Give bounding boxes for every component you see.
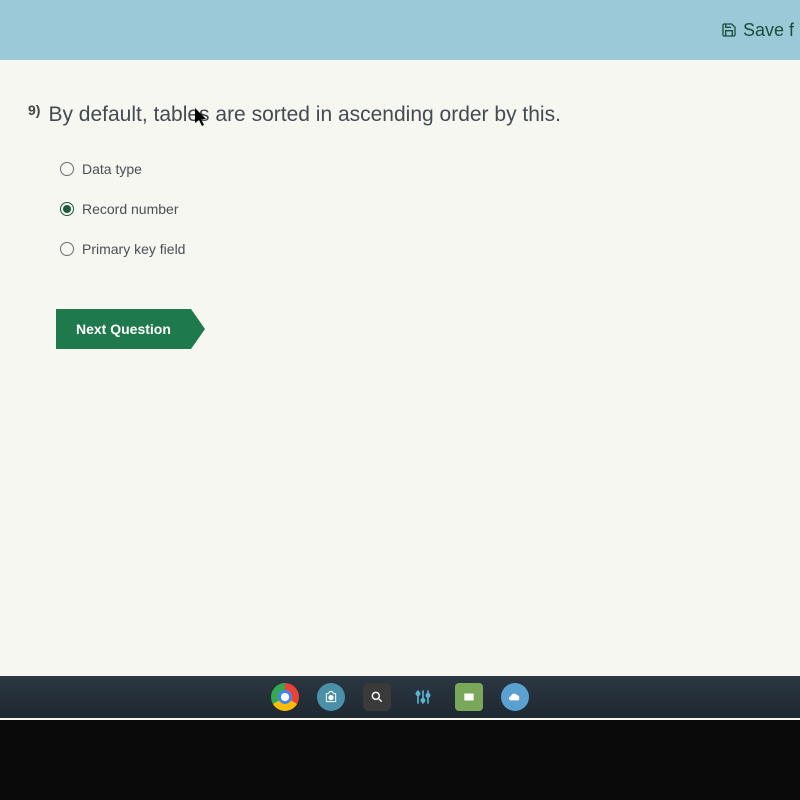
option-primary-key-field[interactable]: Primary key field (60, 241, 780, 257)
save-icon (721, 22, 737, 38)
search-icon[interactable] (363, 683, 391, 711)
camera-icon[interactable] (317, 683, 345, 711)
cloud-icon[interactable] (501, 683, 529, 711)
question-number: 9) (28, 102, 40, 118)
option-label: Primary key field (82, 241, 185, 257)
option-record-number[interactable]: Record number (60, 201, 780, 217)
chrome-icon[interactable] (271, 683, 299, 711)
question-row: 9) By default, tables are sorted in asce… (28, 100, 780, 129)
radio-unchecked-icon (60, 242, 74, 256)
files-icon[interactable] (455, 683, 483, 711)
settings-icon[interactable] (409, 683, 437, 711)
save-label: Save f (743, 20, 794, 41)
save-button[interactable]: Save f (721, 20, 800, 41)
radio-unchecked-icon (60, 162, 74, 176)
question-text: By default, tables are sorted in ascendi… (48, 100, 560, 129)
next-question-button[interactable]: Next Question (56, 309, 191, 349)
radio-checked-icon (60, 202, 74, 216)
top-toolbar: Save f (0, 0, 800, 60)
question-content: 9) By default, tables are sorted in asce… (0, 60, 800, 369)
option-label: Data type (82, 161, 142, 177)
app-screen: Save f 9) By default, tables are sorted … (0, 0, 800, 720)
options-list: Data type Record number Primary key fiel… (60, 161, 780, 257)
option-data-type[interactable]: Data type (60, 161, 780, 177)
option-label: Record number (82, 201, 179, 217)
next-button-label: Next Question (76, 321, 171, 337)
os-taskbar (0, 676, 800, 718)
monitor-bezel (0, 720, 800, 800)
